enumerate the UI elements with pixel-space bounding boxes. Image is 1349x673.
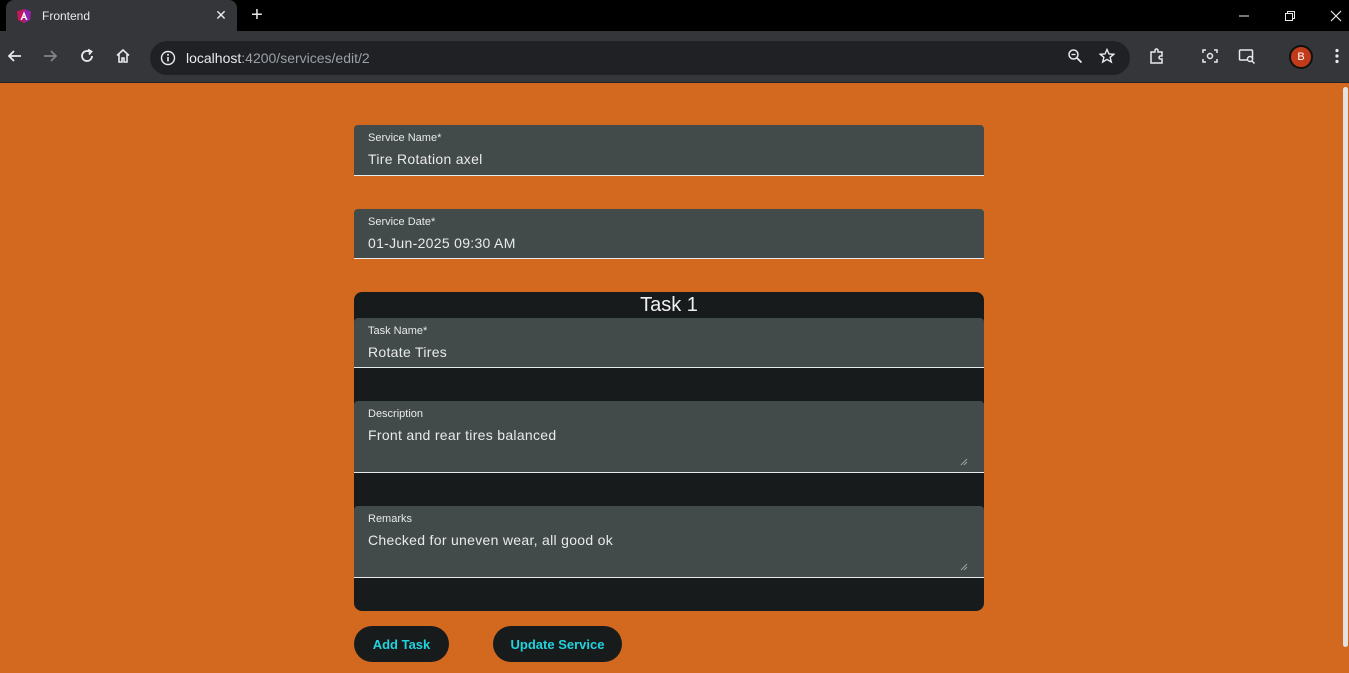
service-date-label: Service Date* (368, 216, 436, 228)
address-bar[interactable]: localhost:4200/services/edit/2 (150, 41, 1130, 75)
extensions-icon[interactable] (1147, 46, 1167, 66)
menu-kebab-icon[interactable] (1327, 46, 1347, 66)
remarks-textarea[interactable]: Checked for uneven wear, all good ok (368, 532, 970, 548)
description-textarea[interactable]: Front and rear tires balanced (368, 427, 970, 443)
service-name-field[interactable]: Service Name* Tire Rotation axel (354, 125, 984, 176)
browser-tab[interactable]: Frontend ✕ (6, 0, 237, 31)
task-name-label: Task Name* (368, 325, 428, 337)
service-name-label: Service Name* (368, 132, 442, 144)
service-name-input[interactable]: Tire Rotation axel (368, 151, 970, 167)
task-name-field[interactable]: Task Name* Rotate Tires (354, 318, 984, 368)
bookmark-star-icon[interactable] (1097, 46, 1117, 66)
task-name-input[interactable]: Rotate Tires (368, 344, 970, 360)
angular-logo-icon (17, 8, 31, 23)
home-icon[interactable] (113, 46, 133, 66)
description-field[interactable]: Description Front and rear tires balance… (354, 401, 984, 473)
scrollbar-thumb[interactable] (1343, 87, 1348, 647)
description-label: Description (368, 408, 424, 420)
browser-tab-strip: Frontend ✕ + (0, 0, 1349, 31)
site-info-icon[interactable] (160, 50, 176, 66)
remarks-field[interactable]: Remarks Checked for uneven wear, all goo… (354, 506, 984, 578)
forward-icon[interactable] (40, 46, 60, 66)
tab-title: Frontend (42, 8, 91, 23)
browser-toolbar: localhost:4200/services/edit/2 B (0, 31, 1349, 83)
update-service-button[interactable]: Update Service (493, 626, 622, 662)
page-scrollbar[interactable] (1342, 83, 1349, 673)
close-window-icon[interactable] (1313, 0, 1349, 31)
zoom-icon[interactable] (1065, 46, 1085, 66)
search-tab-icon[interactable] (1237, 46, 1257, 66)
reload-icon[interactable] (77, 46, 97, 66)
restore-icon[interactable] (1267, 0, 1313, 31)
add-task-button[interactable]: Add Task (354, 626, 449, 662)
resize-handle-icon[interactable] (960, 458, 968, 466)
service-date-field[interactable]: Service Date* 01-Jun-2025 09:30 AM (354, 209, 984, 259)
close-tab-icon[interactable]: ✕ (211, 6, 231, 26)
profile-avatar[interactable]: B (1289, 45, 1313, 69)
url-text: localhost:4200/services/edit/2 (186, 50, 370, 66)
back-icon[interactable] (5, 46, 25, 66)
resize-handle-icon[interactable] (960, 563, 968, 571)
screenshot-icon[interactable] (1200, 46, 1220, 66)
service-date-input[interactable]: 01-Jun-2025 09:30 AM (368, 235, 970, 251)
minimize-icon[interactable] (1221, 0, 1267, 31)
task-title: Task 1 (640, 294, 698, 316)
remarks-label: Remarks (368, 513, 413, 525)
new-tab-icon[interactable]: + (247, 5, 267, 25)
